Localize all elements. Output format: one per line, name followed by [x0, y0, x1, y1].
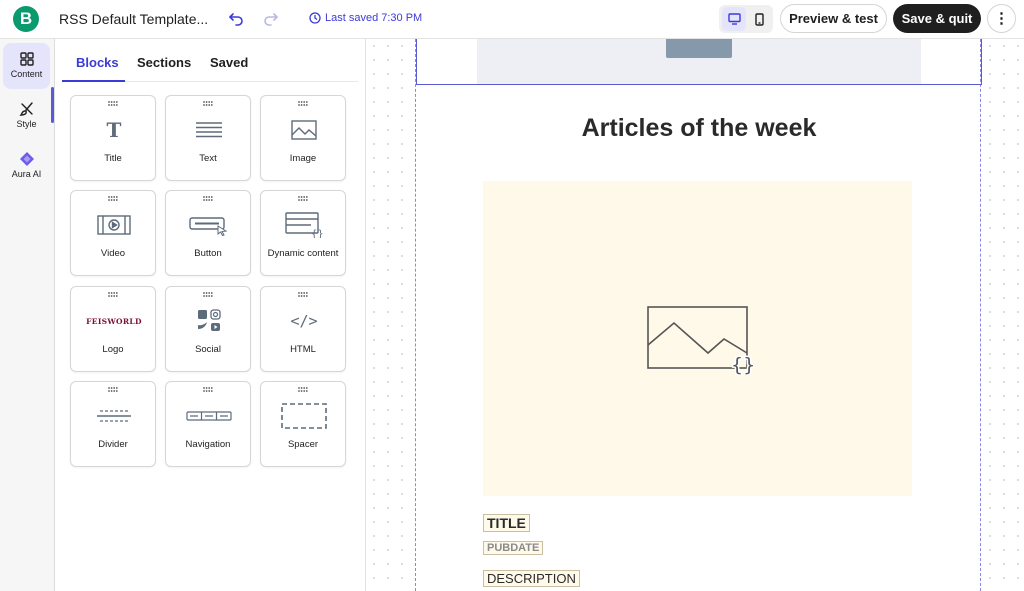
drag-handle-icon	[298, 101, 308, 106]
drag-handle-icon	[203, 196, 213, 201]
dynamic-content-icon: {}	[284, 211, 324, 239]
description-merge-tag[interactable]: DESCRIPTION	[483, 570, 580, 587]
logo-text: FEISWORLD	[86, 316, 142, 326]
block-label: Dynamic content	[267, 248, 339, 259]
drag-handle-icon	[108, 292, 118, 297]
tab-sections[interactable]: Sections	[137, 55, 191, 70]
device-toggle	[719, 5, 773, 33]
left-rail: Content Style Aura AI	[0, 39, 55, 591]
social-icon	[189, 307, 229, 335]
save-quit-button[interactable]: Save & quit	[893, 4, 981, 33]
block-label: Logo	[102, 344, 124, 355]
block-label: Navigation	[185, 439, 231, 450]
redo-icon[interactable]	[263, 10, 279, 26]
logo-icon: FEISWORLD	[84, 307, 144, 335]
rail-item-aura-ai[interactable]: Aura AI	[3, 143, 50, 189]
rail-item-label: Aura AI	[11, 169, 42, 179]
button-icon	[189, 211, 229, 239]
desktop-view-button[interactable]	[722, 7, 746, 31]
block-logo[interactable]: FEISWORLD Logo	[70, 286, 156, 372]
divider-icon	[94, 402, 134, 430]
drag-handle-icon	[298, 292, 308, 297]
selected-header-block[interactable]	[416, 39, 982, 85]
drag-handle-icon	[203, 101, 213, 106]
sparkle-icon	[19, 152, 34, 166]
drag-handle-icon	[298, 196, 308, 201]
html-glyph: </>	[290, 312, 318, 330]
blocks-panel: Blocks Sections Saved T Title Text Image…	[56, 39, 366, 591]
active-tab-underline	[62, 80, 125, 82]
block-text[interactable]: Text	[165, 95, 251, 181]
drag-handle-icon	[298, 387, 308, 392]
rail-item-style[interactable]: Style	[3, 93, 50, 139]
top-bar: B RSS Default Template... Last saved 7:3…	[0, 0, 1024, 39]
block-dynamic-content[interactable]: {} Dynamic content	[260, 190, 346, 276]
email-body: Articles of the week {} TITLE PUBDATE DE…	[415, 39, 982, 591]
dynamic-image-icon: {}	[647, 306, 756, 375]
last-saved-text: Last saved 7:30 PM	[325, 12, 423, 24]
panel-tabs: Blocks Sections Saved	[62, 39, 358, 82]
block-divider[interactable]: Divider	[70, 381, 156, 467]
tab-saved[interactable]: Saved	[210, 55, 248, 70]
svg-text:{}: {}	[731, 354, 755, 375]
title-icon: T	[106, 118, 122, 142]
spacer-icon	[279, 402, 329, 430]
block-title[interactable]: T Title	[70, 95, 156, 181]
block-label: Image	[289, 153, 317, 164]
grid-icon	[19, 52, 34, 66]
header-section	[477, 39, 921, 84]
navigation-icon	[184, 402, 234, 430]
brevo-logo[interactable]: B	[13, 6, 39, 32]
header-button-placeholder[interactable]	[666, 39, 732, 58]
desktop-icon	[727, 13, 741, 25]
block-html[interactable]: </> HTML	[260, 286, 346, 372]
dynamic-image-placeholder[interactable]: {}	[483, 181, 912, 496]
title-merge-tag[interactable]: TITLE	[483, 514, 530, 532]
editor-canvas: Articles of the week {} TITLE PUBDATE DE…	[367, 39, 1024, 591]
tab-blocks[interactable]: Blocks	[76, 55, 119, 70]
block-label: HTML	[290, 344, 316, 355]
rail-item-label: Content	[10, 69, 43, 79]
block-label: Button	[194, 248, 222, 259]
more-options-button[interactable]: ⋮	[987, 4, 1016, 33]
block-spacer[interactable]: Spacer	[260, 381, 346, 467]
mobile-view-button[interactable]	[747, 7, 771, 31]
drag-handle-icon	[108, 387, 118, 392]
mobile-icon	[754, 12, 764, 26]
block-label: Title	[104, 153, 122, 164]
rail-item-content[interactable]: Content	[3, 43, 50, 89]
block-label: Spacer	[287, 439, 319, 450]
block-social[interactable]: Social	[165, 286, 251, 372]
text-icon	[189, 116, 229, 144]
rail-item-label: Style	[16, 119, 37, 129]
block-label: Text	[199, 153, 217, 164]
block-video[interactable]: Video	[70, 190, 156, 276]
video-icon	[94, 211, 134, 239]
article-heading[interactable]: Articles of the week	[416, 114, 982, 143]
rail-active-indicator	[51, 87, 54, 123]
document-title[interactable]: RSS Default Template...	[59, 11, 208, 27]
preview-test-button[interactable]: Preview & test	[780, 4, 887, 33]
html-icon: </>	[284, 307, 324, 335]
block-label: Social	[195, 344, 221, 355]
brush-icon	[18, 102, 33, 116]
block-image[interactable]: Image	[260, 95, 346, 181]
clock-icon	[309, 12, 321, 24]
drag-handle-icon	[108, 101, 118, 106]
block-label: Divider	[98, 439, 128, 450]
block-navigation[interactable]: Navigation	[165, 381, 251, 467]
pubdate-merge-tag[interactable]: PUBDATE	[483, 541, 544, 555]
drag-handle-icon	[203, 292, 213, 297]
last-saved-status: Last saved 7:30 PM	[309, 12, 422, 24]
drag-handle-icon	[108, 196, 118, 201]
drag-handle-icon	[203, 387, 213, 392]
undo-icon[interactable]	[228, 10, 244, 26]
svg-text:{}: {}	[311, 229, 323, 238]
image-icon	[284, 116, 324, 144]
block-button[interactable]: Button	[165, 190, 251, 276]
block-label: Video	[100, 248, 126, 259]
